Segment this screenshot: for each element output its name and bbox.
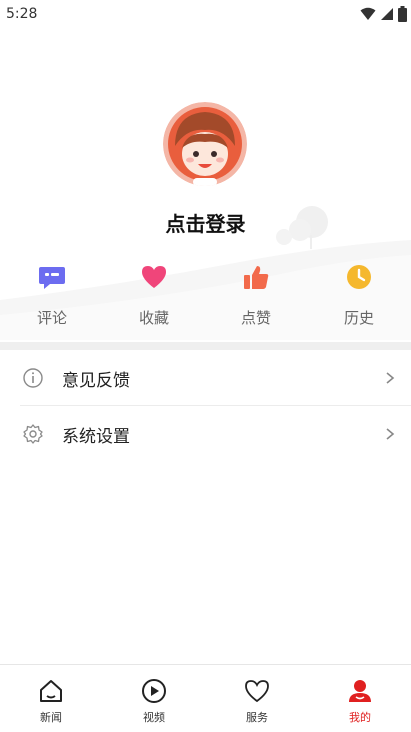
avatar[interactable] (163, 102, 247, 186)
status-time: 5:28 (6, 6, 38, 22)
heart-icon (142, 266, 166, 288)
quick-action-label: 收藏 (138, 309, 169, 327)
tab-services[interactable]: 服务 (217, 677, 297, 725)
tab-label: 服务 (246, 711, 268, 724)
comment-icon (39, 267, 65, 289)
tab-news[interactable]: 新闻 (11, 677, 91, 725)
menu-item-settings[interactable]: 系统设置 (0, 406, 411, 462)
battery-icon (398, 6, 407, 22)
quick-action-history[interactable]: 历史 (317, 263, 401, 328)
play-icon (142, 679, 166, 703)
quick-action-label: 历史 (343, 309, 374, 327)
quick-action-favorites[interactable]: 收藏 (112, 263, 196, 328)
gear-icon (23, 424, 43, 444)
tab-mine[interactable]: 我的 (320, 677, 400, 725)
chevron-right-icon (386, 428, 395, 440)
user-icon (349, 680, 371, 702)
status-bar: 5:28 (0, 0, 411, 30)
tab-label: 我的 (349, 711, 371, 724)
menu-item-label: 意见反馈 (62, 370, 130, 391)
home-icon (40, 680, 62, 702)
clock-icon (347, 265, 371, 289)
menu-item-label: 系统设置 (62, 426, 130, 447)
section-divider (0, 342, 411, 350)
thumbs-up-icon (244, 266, 269, 289)
chevron-right-icon (386, 372, 395, 384)
quick-action-likes[interactable]: 点赞 (214, 263, 298, 328)
quick-action-label: 评论 (36, 309, 67, 327)
login-prompt[interactable]: 点击登录 (0, 208, 411, 237)
tab-label: 视频 (143, 711, 165, 724)
menu-item-feedback[interactable]: 意见反馈 (0, 350, 411, 406)
tab-video[interactable]: 视频 (114, 677, 194, 725)
wifi-icon (360, 7, 376, 20)
status-icons (360, 6, 407, 22)
info-icon (23, 368, 43, 388)
quick-action-comments[interactable]: 评论 (10, 263, 94, 328)
quick-action-label: 点赞 (240, 309, 271, 327)
bottom-tab-bar: 新闻 视频 服务 我的 (0, 664, 411, 732)
heart-outline-icon (245, 680, 269, 703)
signal-icon (381, 8, 393, 20)
tab-label: 新闻 (40, 711, 62, 724)
